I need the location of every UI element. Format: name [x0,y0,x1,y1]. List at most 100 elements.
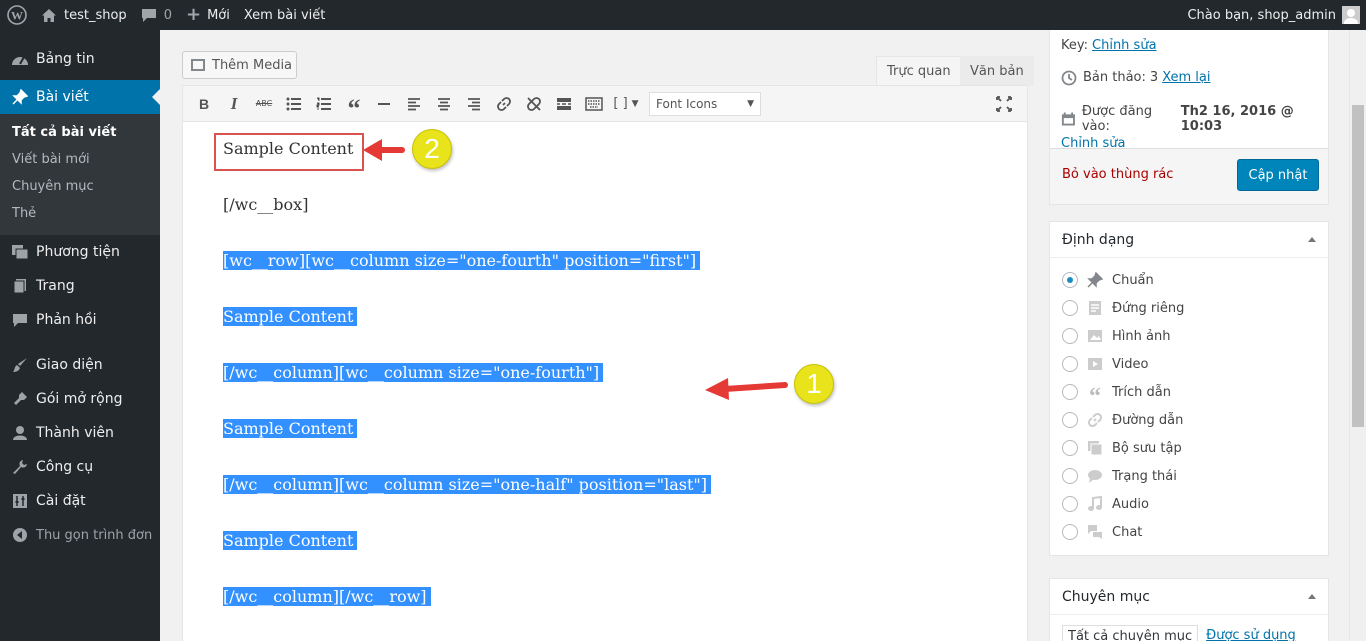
paragraph[interactable]: Sample Content [223,530,358,552]
my-account[interactable]: Chào bạn, shop_admin [1180,0,1366,30]
fullscreen-button[interactable] [989,90,1019,118]
align-left-button[interactable] [399,90,429,118]
link-icon [497,96,511,111]
posts-submenu: Tất cả bài viết Viết bài mới Chuyên mục … [0,114,160,235]
format-label: Hình ảnh [1112,328,1171,344]
radio-button[interactable] [1062,356,1078,372]
bullet-list-button[interactable] [279,90,309,118]
menu-item-users[interactable]: Thành viên [0,416,160,450]
admin-menu: Bảng tin Bài viết Tất cả bài viết Viết b… [0,30,160,641]
menu-item-posts[interactable]: Bài viết [0,80,160,114]
bullet-list-icon [286,97,301,110]
comments-link[interactable]: 0 [134,0,179,30]
format-option-status[interactable]: Trạng thái [1050,462,1328,490]
bold-button[interactable]: B [189,90,219,118]
format-option-gallery[interactable]: Bộ sưu tập [1050,434,1328,462]
wordpress-logo[interactable]: W [0,0,34,30]
format-option-video[interactable]: Video [1050,350,1328,378]
menu-item-appearance[interactable]: Giao diện [0,348,160,382]
insert-link-button[interactable] [489,90,519,118]
plugin-icon [10,389,30,409]
edit-visibility-link[interactable]: Chỉnh sửa [1092,38,1157,53]
radio-button[interactable] [1062,300,1078,316]
new-content-link[interactable]: + Mới [179,0,237,30]
strikethrough-button[interactable]: ABC [249,90,279,118]
toolbar-toggle-button[interactable] [579,90,609,118]
numbered-list-icon [316,97,331,110]
format-option-audio[interactable]: Audio [1050,490,1328,518]
collapse-menu-button[interactable]: Thu gọn trình đơn [0,518,160,552]
paragraph[interactable]: Sample Content [223,418,358,440]
site-name: test_shop [64,7,127,23]
home-icon [42,8,56,22]
paragraph[interactable]: [/wc__column][/wc__row] [223,586,431,608]
radio-button[interactable] [1062,412,1078,428]
format-option-quote[interactable]: “ Trích dẫn [1050,378,1328,410]
tab-all-categories[interactable]: Tất cả chuyên mục [1062,625,1199,641]
remove-link-button[interactable] [519,90,549,118]
menu-item-tools[interactable]: Công cụ [0,450,160,484]
shortcode-button[interactable]: [ ] ▼ [609,90,643,118]
gallery-icon [1086,439,1104,457]
radio-button[interactable] [1062,440,1078,456]
paragraph[interactable]: [/wc__column][wc__column size="one-half"… [223,474,711,496]
submenu-categories[interactable]: Chuyên mục [0,174,160,201]
radio-button[interactable] [1062,328,1078,344]
paragraph[interactable]: [/wc__column][wc__column size="one-fourt… [223,362,604,384]
read-more-button[interactable] [549,90,579,118]
format-option-chat[interactable]: Chat [1050,518,1328,546]
radio-button[interactable] [1062,272,1078,288]
menu-item-plugins[interactable]: Gói mở rộng [0,382,160,416]
menu-item-settings[interactable]: Cài đặt [0,484,160,518]
scrollbar-thumb[interactable] [1352,105,1364,427]
update-button[interactable]: Cập nhật [1237,159,1319,191]
paragraph[interactable]: [/wc__box] [223,194,308,216]
submenu-add-new[interactable]: Viết bài mới [0,147,160,174]
menu-item-comments[interactable]: Phản hồi [0,303,160,337]
browse-revisions-link[interactable]: Xem lại [1162,70,1210,85]
view-post-link[interactable]: Xem bài viết [237,0,332,30]
submenu-all-posts[interactable]: Tất cả bài viết [0,120,160,147]
submenu-tags[interactable]: Thẻ [0,201,160,228]
format-option-aside[interactable]: Đứng riêng [1050,294,1328,322]
format-label: Video [1112,356,1149,372]
menu-item-dashboard[interactable]: Bảng tin [0,42,160,76]
align-right-button[interactable] [459,90,489,118]
blockquote-button[interactable]: “ [339,90,369,123]
paragraph-text: [/wc__box] [223,195,309,214]
revisions-count: 3 [1149,70,1159,85]
revisions-label: Bản thảo: [1083,70,1146,85]
radio-button[interactable] [1062,384,1078,400]
format-option-standard[interactable]: Chuẩn [1050,266,1328,294]
tab-visual[interactable]: Trực quan [876,56,962,86]
collapse-arrow-icon[interactable] [1308,237,1316,242]
format-option-link[interactable]: Đường dẫn [1050,406,1328,434]
menu-item-pages[interactable]: Trang [0,269,160,303]
italic-button[interactable]: I [219,90,249,118]
numbered-list-button[interactable] [309,90,339,118]
site-name-link[interactable]: test_shop [34,0,134,30]
move-to-trash-link[interactable]: Bỏ vào thùng rác [1062,167,1173,182]
radio-button[interactable] [1062,524,1078,540]
font-icons-select[interactable]: Font Icons ▼ [649,91,761,116]
page-scrollbar[interactable] [1349,30,1366,641]
paragraph[interactable]: Sample Content [223,138,353,160]
collapse-arrow-icon[interactable] [1308,594,1316,599]
format-option-image[interactable]: Hình ảnh [1050,322,1328,350]
radio-button[interactable] [1062,468,1078,484]
paragraph[interactable]: Sample Content [223,306,358,328]
quote-icon: “ [1089,383,1101,410]
align-center-button[interactable] [429,90,459,118]
media-icon [10,242,30,262]
format-box-header[interactable]: Định dạng [1050,222,1328,258]
radio-button[interactable] [1062,496,1078,512]
horizontal-line-button[interactable] [369,90,399,118]
tab-most-used[interactable]: Được sử dụng [1198,625,1304,641]
menu-label: Cài đặt [36,493,86,509]
add-media-button[interactable]: Thêm Media [182,51,297,79]
tab-text[interactable]: Văn bản [960,56,1034,86]
paragraph[interactable]: [wc__row][wc__column size="one-fourth" p… [223,250,701,272]
menu-item-media[interactable]: Phương tiện [0,235,160,269]
dashboard-icon [10,49,30,69]
categories-box-header[interactable]: Chuyên mục [1050,579,1328,615]
